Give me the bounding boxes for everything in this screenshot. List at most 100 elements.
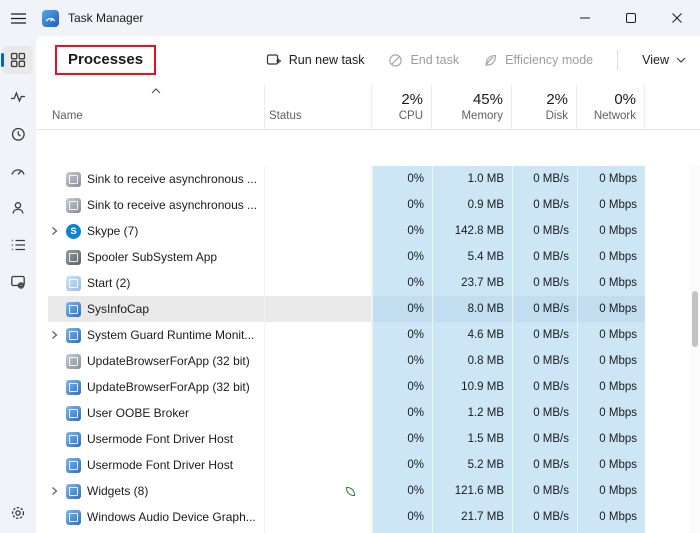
- cpu-cell: 0%: [372, 426, 432, 452]
- table-row[interactable]: Usermode Font Driver Host 0% 5.2 MB 0 MB…: [36, 452, 700, 478]
- disk-cell: 0 MB/s: [512, 296, 577, 322]
- sidebar-item-app-history[interactable]: [3, 120, 33, 148]
- column-header-memory[interactable]: 45% Memory: [432, 84, 512, 129]
- toolbar-divider: [617, 50, 619, 70]
- status-cell: [265, 478, 372, 504]
- table-row[interactable]: Skype (7) 0% 142.8 MB 0 MB/s 0 Mbps: [36, 218, 700, 244]
- process-icon: [66, 327, 81, 343]
- scrollbar-thumb[interactable]: [692, 291, 698, 347]
- memory-cell: 5.2 MB: [432, 452, 512, 478]
- process-icon: [66, 457, 81, 473]
- table-row[interactable]: Sink to receive asynchronous ... 0% 1.0 …: [36, 166, 700, 192]
- network-cell: 0 Mbps: [577, 400, 645, 426]
- process-name: Usermode Font Driver Host: [87, 432, 234, 446]
- network-cell: 0 Mbps: [577, 166, 645, 192]
- process-name: User OOBE Broker: [87, 406, 190, 420]
- table-row[interactable]: Usermode Font Driver Host 0% 1.5 MB 0 MB…: [36, 426, 700, 452]
- disk-cell: 0 MB/s: [512, 270, 577, 296]
- process-icon: [66, 483, 81, 499]
- name-column-label: Name: [52, 110, 83, 122]
- run-new-task-icon: [266, 52, 282, 68]
- close-icon: [672, 13, 682, 23]
- efficiency-mode-button[interactable]: Efficiency mode: [483, 53, 593, 68]
- page-title: Processes: [68, 51, 144, 68]
- cpu-cell: 0%: [372, 296, 432, 322]
- column-header-cpu[interactable]: 2% CPU: [372, 84, 432, 129]
- table-row[interactable]: UpdateBrowserForApp (32 bit) 0% 10.9 MB …: [36, 374, 700, 400]
- vertical-scrollbar[interactable]: [690, 166, 700, 533]
- expand-chevron-icon[interactable]: [48, 330, 60, 340]
- disk-cell: 0 MB/s: [512, 374, 577, 400]
- table-row[interactable]: System Guard Runtime Monit... 0% 4.6 MB …: [36, 322, 700, 348]
- disk-cell: 0 MB/s: [512, 478, 577, 504]
- efficiency-leaf-icon: [346, 486, 355, 496]
- table-header: Name Status 2% CPU 45% Memory 2% Disk 0%…: [36, 84, 700, 130]
- sidebar-item-processes[interactable]: [1, 46, 33, 74]
- column-header-name[interactable]: Name: [48, 84, 265, 129]
- column-header-filler: [645, 84, 700, 129]
- status-cell: [265, 426, 372, 452]
- process-name: Spooler SubSystem App: [87, 250, 218, 264]
- cpu-cell: 0%: [372, 218, 432, 244]
- table-row[interactable]: Sink to receive asynchronous ... 0% 0.9 …: [36, 192, 700, 218]
- sidebar-item-users[interactable]: [3, 194, 33, 222]
- memory-cell: 1.2 MB: [432, 400, 512, 426]
- view-dropdown-button[interactable]: View: [642, 53, 686, 67]
- table-row[interactable]: UpdateBrowserForApp (32 bit) 0% 0.8 MB 0…: [36, 348, 700, 374]
- cpu-cell: 0%: [372, 374, 432, 400]
- process-name: Windows Audio Device Graph...: [87, 510, 256, 524]
- end-task-icon: [388, 53, 403, 68]
- run-new-task-label: Run new task: [288, 53, 365, 67]
- end-task-button[interactable]: End task: [388, 53, 459, 68]
- process-icon: [66, 353, 81, 369]
- status-cell: [265, 296, 372, 322]
- process-name: Sink to receive asynchronous ...: [87, 198, 258, 212]
- process-rows: Sink to receive asynchronous ... 0% 1.0 …: [36, 166, 700, 533]
- network-cell: 0 Mbps: [577, 348, 645, 374]
- sidebar-item-details[interactable]: [3, 231, 33, 259]
- sidebar-item-startup-apps[interactable]: [3, 157, 33, 185]
- memory-cell: 0.8 MB: [432, 348, 512, 374]
- memory-cell: 23.7 MB: [432, 270, 512, 296]
- cpu-cell: 0%: [372, 322, 432, 348]
- cpu-cell: 0%: [372, 452, 432, 478]
- table-row[interactable]: Widgets (8) 0% 121.6 MB 0 MB/s 0 Mbps: [36, 478, 700, 504]
- maximize-button[interactable]: [608, 0, 654, 36]
- hamburger-menu-button[interactable]: [0, 0, 36, 36]
- sidebar-item-settings[interactable]: [3, 499, 33, 527]
- cpu-cell: 0%: [372, 270, 432, 296]
- table-row[interactable]: User OOBE Broker 0% 1.2 MB 0 MB/s 0 Mbps: [36, 400, 700, 426]
- table-row[interactable]: SysInfoCap 0% 8.0 MB 0 MB/s 0 Mbps: [36, 296, 700, 322]
- network-cell: 0 Mbps: [577, 504, 645, 530]
- process-icon: [66, 171, 81, 187]
- sidebar-item-services[interactable]: [3, 268, 33, 296]
- network-cell: 0 Mbps: [577, 426, 645, 452]
- process-icon: [66, 223, 81, 239]
- column-header-network[interactable]: 0% Network: [577, 84, 645, 129]
- table-row[interactable]: Windows Audio Device Graph... 0% 21.7 MB…: [36, 504, 700, 530]
- memory-total-usage: 45%: [472, 91, 503, 108]
- startup-apps-icon: [10, 163, 26, 179]
- sidebar-item-performance[interactable]: [3, 83, 33, 111]
- close-button[interactable]: [654, 0, 700, 36]
- table-row[interactable]: Start (2) 0% 23.7 MB 0 MB/s 0 Mbps: [36, 270, 700, 296]
- process-icon: [66, 301, 81, 317]
- end-task-label: End task: [410, 53, 460, 67]
- services-icon: [10, 274, 26, 290]
- column-header-disk[interactable]: 2% Disk: [512, 84, 577, 129]
- process-name: Widgets (8): [87, 484, 149, 498]
- process-icon: [66, 275, 81, 291]
- expand-chevron-icon[interactable]: [48, 226, 60, 236]
- table-row[interactable]: Spooler SubSystem App 0% 5.4 MB 0 MB/s 0…: [36, 244, 700, 270]
- cpu-cell: 0%: [372, 348, 432, 374]
- column-header-status[interactable]: Status: [265, 84, 372, 129]
- expand-chevron-icon[interactable]: [48, 486, 60, 496]
- memory-cell: 1.5 MB: [432, 426, 512, 452]
- status-cell: [265, 218, 372, 244]
- minimize-button[interactable]: [562, 0, 608, 36]
- disk-cell: 0 MB/s: [512, 192, 577, 218]
- run-new-task-button[interactable]: Run new task: [266, 52, 365, 68]
- disk-cell: 0 MB/s: [512, 504, 577, 530]
- process-name: SysInfoCap: [87, 302, 150, 316]
- cpu-cell: 0%: [372, 400, 432, 426]
